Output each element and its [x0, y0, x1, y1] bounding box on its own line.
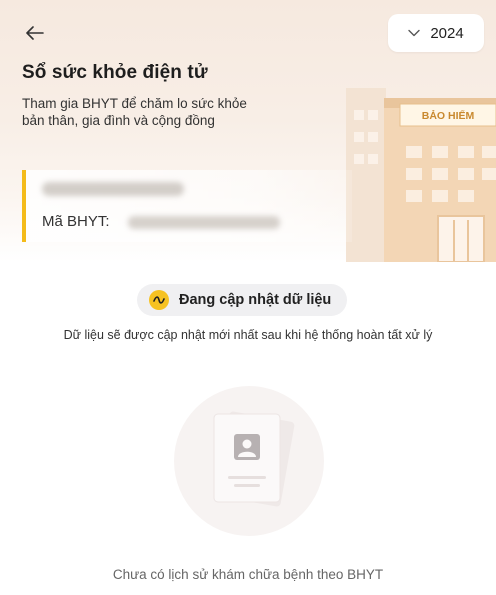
header-banner: BẢO HIỂM 2024 Sổ sức khỏe điện tử Tham g…: [0, 0, 496, 262]
user-name-redacted: [42, 182, 184, 196]
profile-document-icon: [213, 411, 295, 507]
building-sign-text: BẢO HIỂM: [422, 109, 475, 122]
page-subtitle: Tham gia BHYT để chăm lo sức khỏe bản th…: [22, 95, 322, 129]
back-button[interactable]: [22, 20, 48, 46]
chevron-down-icon: [408, 29, 421, 37]
status-badge: Đang cập nhật dữ liệu: [137, 284, 347, 316]
status-label: Đang cập nhật dữ liệu: [179, 292, 332, 308]
subtitle-line-2: bản thân, gia đình và cộng đồng: [22, 113, 215, 128]
wave-icon: [149, 290, 169, 310]
insurance-card[interactable]: Mã BHYT:: [22, 170, 352, 242]
page-title: Sổ sức khỏe điện tử: [22, 62, 208, 83]
year-select[interactable]: 2024: [388, 14, 484, 52]
empty-state-message: Chưa có lịch sử khám chữa bệnh theo BHYT: [112, 567, 384, 582]
bhyt-label: Mã BHYT:: [42, 213, 110, 230]
empty-state-illustration: [174, 386, 324, 536]
year-value: 2024: [430, 24, 464, 42]
building-illustration: BẢO HIỂM: [346, 88, 496, 262]
subtitle-line-1: Tham gia BHYT để chăm lo sức khỏe: [22, 96, 247, 111]
status-description: Dữ liệu sẽ được cập nhật mới nhất sau kh…: [63, 328, 433, 342]
arrow-left-icon: [26, 26, 44, 40]
bhyt-number-redacted: [128, 216, 280, 229]
